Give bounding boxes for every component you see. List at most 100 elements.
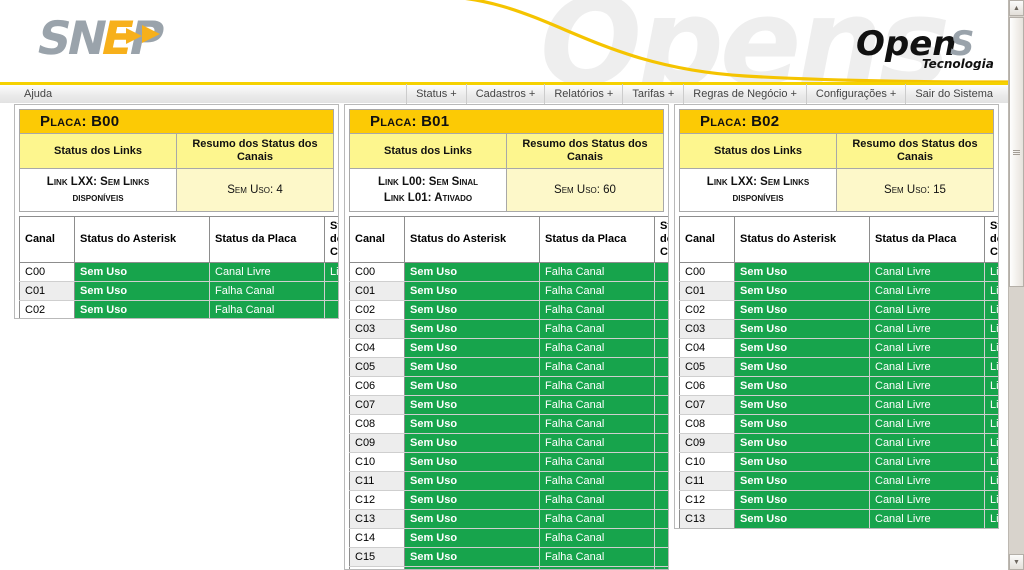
cell-status-canal	[654, 528, 668, 548]
cell-status-asterisk: Sem Uso	[734, 300, 870, 320]
cell-canal: C10	[349, 452, 405, 472]
table-row: C07 Sem Uso Falha Canal	[349, 395, 668, 415]
cell-status-asterisk: Sem Uso	[404, 414, 540, 434]
cell-status-asterisk: Sem Uso	[734, 262, 870, 282]
page-scrollbar-vertical[interactable]: ▲ ▼	[1008, 0, 1024, 570]
menu-item-cadastros[interactable]: Cadastros +	[465, 84, 545, 104]
cell-status-asterisk: Sem Uso	[734, 452, 870, 472]
status-links-header: Status dos Links	[349, 133, 507, 169]
cell-status-canal	[654, 414, 668, 434]
cell-status-canal	[654, 471, 668, 491]
links-status-cell: Link L00: Sem Sinal Link L01: Ativado	[349, 168, 507, 212]
menu-item-ajuda[interactable]: Ajuda	[0, 86, 62, 102]
cell-canal: C15	[349, 547, 405, 567]
resumo-canais-header: Resumo dos Status dos Canais	[836, 133, 994, 169]
svg-text:Tecnologia: Tecnologia	[922, 57, 994, 70]
cell-canal: C09	[349, 433, 405, 453]
menu-item-regras-de-negocio[interactable]: Regras de Negócio +	[683, 84, 806, 104]
cell-status-placa: Canal Livre	[869, 509, 985, 528]
cell-status-asterisk: Sem Uso	[734, 509, 870, 528]
cell-status-placa: Falha Canal	[539, 528, 655, 548]
menu-item-sair-do-sistema[interactable]: Sair do Sistema	[905, 84, 1002, 104]
link-line: disponíveis	[72, 192, 124, 204]
scroll-down-button[interactable]: ▼	[1009, 554, 1024, 570]
cell-status-placa: Canal Livre	[870, 529, 985, 530]
table-row: C00Sem UsoCanal LivreLivre	[679, 262, 998, 282]
table-row: C06Sem UsoCanal LivreLivre	[679, 376, 998, 396]
cell-status-canal	[654, 509, 668, 529]
cell-status-asterisk: Sem Uso	[404, 490, 540, 510]
col-header-status-canal: Status do Canal	[984, 216, 998, 263]
table-row: C10 Sem Uso Falha Canal	[349, 452, 668, 472]
menu-item-configuracoes[interactable]: Configurações +	[805, 84, 905, 104]
table-row: C01Sem UsoCanal LivreLivre	[679, 281, 998, 301]
opens-logo: Open S Tecnologia	[832, 18, 994, 70]
channel-table: Canal Status do Asterisk Status da Placa…	[679, 216, 998, 530]
cell-status-placa: Canal Livre	[209, 262, 325, 282]
cell-canal: C08	[349, 414, 405, 434]
cell-status-asterisk: Sem Uso	[404, 395, 540, 415]
cell-status-asterisk: Sem Uso	[734, 414, 870, 434]
channel-rows: C00Sem UsoCanal LivreLivreC01Sem UsoCana…	[679, 262, 998, 530]
channel-table: Canal Status do Asterisk Status da Placa…	[349, 216, 668, 569]
cell-status-canal	[654, 376, 668, 396]
resumo-canais-header: Resumo dos Status dos Canais	[506, 133, 664, 169]
channel-table: Canal Status do Asterisk Status da Placa…	[19, 216, 338, 318]
menu-left-group: Ajuda	[0, 85, 62, 103]
placa-panels-container: Placa: B00 Status dos Links Resumo dos S…	[0, 104, 1008, 570]
link-line: disponíveis	[732, 192, 784, 204]
col-header-status-placa: Status da Placa	[869, 216, 985, 263]
cell-canal: C02	[349, 300, 405, 320]
menu-item-tarifas[interactable]: Tarifas +	[622, 84, 683, 104]
cell-canal: C05	[349, 357, 405, 377]
cell-canal: C07	[349, 395, 405, 415]
cell-status-canal	[654, 452, 668, 472]
cell-status-placa: Canal Livre	[869, 452, 985, 472]
cell-status-asterisk: Sem Uso	[74, 300, 210, 318]
table-row: C10Sem UsoCanal LivreLivre	[679, 452, 998, 472]
cell-status-asterisk: Sem Uso	[734, 471, 870, 491]
cell-canal: C03	[349, 319, 405, 339]
table-row: C04Sem UsoCanal LivreLivre	[679, 338, 998, 358]
cell-canal: C04	[349, 338, 405, 358]
col-header-canal: Canal	[679, 216, 735, 263]
cell-status-placa: Falha Canal	[209, 281, 325, 301]
cell-status-asterisk: Sem Uso	[74, 262, 210, 282]
cell-canal: C06	[679, 376, 735, 396]
cell-status-placa: Canal Livre	[869, 281, 985, 301]
menu-item-relatorios[interactable]: Relatórios +	[544, 84, 622, 104]
cell-status-asterisk: Sem Uso	[735, 529, 870, 530]
status-links-header: Status dos Links	[19, 133, 177, 169]
menu-item-status[interactable]: Status +	[406, 84, 466, 104]
cell-status-placa: Falha Canal	[539, 490, 655, 510]
table-row: C01 Sem Uso Falha Canal	[19, 281, 338, 301]
cell-status-canal	[654, 395, 668, 415]
cell-status-asterisk: Sem Uso	[734, 357, 870, 377]
cell-status-placa: Falha Canal	[209, 300, 325, 318]
scrollbar-thumb[interactable]	[1009, 17, 1024, 287]
cell-status-placa: Canal Livre	[869, 300, 985, 320]
placa-panel-b02: Placa: B02 Status dos Links Resumo dos S…	[674, 104, 999, 529]
cell-canal: C07	[679, 395, 735, 415]
table-row: C15 Sem Uso Falha Canal	[349, 547, 668, 567]
scroll-up-button[interactable]: ▲	[1009, 0, 1024, 16]
col-header-status-asterisk: Status do Asterisk	[404, 216, 540, 263]
cell-canal: C14	[349, 528, 405, 548]
col-header-status-asterisk: Status do Asterisk	[734, 216, 870, 263]
cell-status-asterisk: Sem Uso	[404, 452, 540, 472]
placa-panel-b00: Placa: B00 Status dos Links Resumo dos S…	[14, 104, 339, 319]
cell-status-placa: Falha Canal	[539, 452, 655, 472]
cell-canal: C00	[349, 262, 405, 282]
cell-status-canal	[654, 338, 668, 358]
cell-canal: C01	[349, 281, 405, 301]
table-row: C08 Sem Uso Falha Canal	[349, 414, 668, 434]
cell-canal: C00	[19, 262, 75, 282]
cell-status-asterisk: Sem Uso	[404, 281, 540, 301]
cell-status-asterisk: Sem Uso	[734, 490, 870, 510]
cell-status-canal: Livre	[984, 281, 998, 301]
col-header-status-asterisk: Status do Asterisk	[74, 216, 210, 263]
cell-status-canal	[654, 300, 668, 320]
cell-status-placa: Falha Canal	[539, 395, 655, 415]
cell-status-asterisk: Sem Uso	[404, 357, 540, 377]
table-row: C04 Sem Uso Falha Canal	[349, 338, 668, 358]
